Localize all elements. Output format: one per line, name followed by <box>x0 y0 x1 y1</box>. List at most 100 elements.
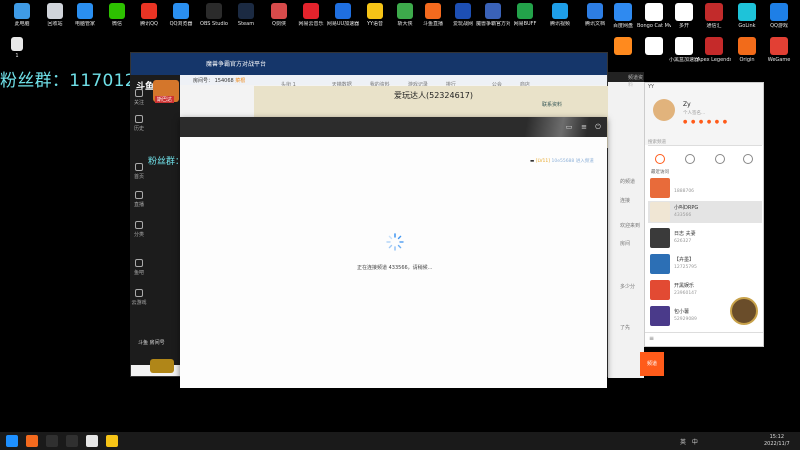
desktop-icon-label: GoLink <box>738 23 756 29</box>
desktop-icon[interactable]: 小黑盒加速器 <box>667 36 701 63</box>
desktop-icon[interactable]: QQ游戏 <box>762 2 796 29</box>
desktop-icon-label: Q剑侠 <box>272 21 286 27</box>
yy-task-icon[interactable] <box>106 435 118 447</box>
yy-avatar[interactable] <box>653 99 675 121</box>
power-icon[interactable]: ⏻ <box>594 123 602 131</box>
douyu-nav-item[interactable]: 鱼吧 <box>130 259 148 276</box>
channel-info-line: 多少分 <box>620 284 636 290</box>
desktop-icon[interactable]: Apex Legends <box>697 36 731 63</box>
channel-orange-button[interactable]: 频道 <box>640 352 664 376</box>
channel-info-line: 欢迎来到 <box>620 223 641 229</box>
desktop-icon-label: 微信 <box>111 21 122 27</box>
desktop-icon[interactable]: 网易云音乐 <box>294 2 328 27</box>
yy-channel-item[interactable]: 1888706 <box>648 177 762 199</box>
desktop-icon[interactable]: 百度网盘 <box>606 2 640 29</box>
yy-channel-item[interactable]: 日志 夫妻 626327 <box>648 227 762 249</box>
desktop-icon[interactable]: 此电脑 <box>5 2 39 27</box>
dialog-header: ▭ ≡ ⏻ <box>180 117 607 137</box>
chat-icon <box>705 3 723 21</box>
taskbar: 英 中 15:12 2022/11/7 <box>0 432 800 450</box>
yy-tab-home[interactable] <box>655 154 665 164</box>
desktop-icon[interactable]: 1 <box>0 36 34 59</box>
desktop-icon[interactable]: Steam <box>229 2 263 27</box>
crown-icon <box>150 359 174 373</box>
desktop-icon-label: 小黑盒加速器 <box>668 57 699 63</box>
yy-tabs <box>645 151 763 167</box>
douyu-nav-item[interactable]: 历史 <box>130 115 148 132</box>
baidu-pan-icon <box>614 3 632 21</box>
desktop-icon-label: 网易云音乐 <box>298 21 324 27</box>
menu-icon[interactable]: ≡ <box>580 123 588 131</box>
desktop-icon[interactable]: QQ浏览器 <box>164 2 198 27</box>
yy-tab-groups[interactable] <box>715 154 725 164</box>
desktop-icon[interactable]: 网易BUFF <box>508 2 542 27</box>
douyu-nav-label: 分类 <box>133 232 144 238</box>
desktop-icon[interactable]: YY语音 <box>358 2 392 27</box>
connecting-status-text: 正在连接频道 433566，请稍候... <box>357 265 433 271</box>
desktop-icon[interactable]: Origin <box>730 36 764 63</box>
desktop-icon[interactable]: OBS Studio <box>197 2 231 27</box>
channel-info-line: 的频道 <box>620 179 636 185</box>
douyu-nav-item[interactable]: 关注 <box>130 89 148 106</box>
yy-channel-name: 日志 夫妻 <box>674 231 696 237</box>
desktop-icon[interactable]: Bongo Cat Mver <box>637 2 671 29</box>
douyu-nav-label: 云游戏 <box>131 300 147 306</box>
desktop-icon[interactable]: 网易UU加速器 <box>326 2 360 27</box>
yy-badges: ● ● ● ● ● ● <box>683 119 729 125</box>
minimize-icon[interactable]: ▭ <box>565 123 573 131</box>
douyu-nav-item[interactable]: 云游戏 <box>130 289 148 306</box>
loading-spinner-icon <box>386 233 404 251</box>
steam-icon <box>238 3 254 19</box>
yy-username: Zy <box>683 101 691 108</box>
desktop-icon[interactable]: 魔兽争霸官方对战平台 <box>476 2 510 27</box>
yy-search-input[interactable]: 搜索频道 <box>648 139 762 146</box>
yy-signature[interactable]: 个人签名... <box>683 110 705 116</box>
yy-profile-area: YY Zy 个人签名... ● ● ● ● ● ● <box>645 83 763 145</box>
douyu-nav-label: 直播 <box>133 202 144 208</box>
douyu-task-icon[interactable] <box>26 435 38 447</box>
desktop-icon[interactable]: 回收站 <box>38 2 72 27</box>
douyu-status-badge: 斯巴达 <box>155 96 175 103</box>
game-task-icon[interactable] <box>86 435 98 447</box>
desktop-icon[interactable]: 爱玩战网 <box>446 2 480 27</box>
desktop-icon[interactable]: 通信汇 <box>697 2 731 29</box>
chat-contact-info[interactable]: 联系资料 <box>542 101 612 108</box>
desktop-icon[interactable]: 多开 <box>667 2 701 29</box>
yy-tab-friends[interactable] <box>685 154 695 164</box>
desktop-icon[interactable]: 电脑管家 <box>68 2 102 27</box>
yy-channel-item[interactable]: 【卉墨】 12725795 <box>648 253 762 275</box>
desktop-icon[interactable]: 微信 <box>100 2 134 27</box>
desktop-icon[interactable]: 腾讯视频 <box>543 2 577 27</box>
desktop-icon[interactable]: 斗鱼直播 <box>416 2 450 27</box>
desktop-icon[interactable]: Q剑侠 <box>262 2 296 27</box>
desktop-icon-label: OBS Studio <box>200 21 228 27</box>
yy-tab-messages[interactable] <box>743 154 753 164</box>
platform-task-icon[interactable] <box>46 435 58 447</box>
multi-open-icon <box>675 3 693 21</box>
yy-channel-item[interactable]: 小叫DRPG 433566 <box>648 201 762 223</box>
desktop-icon[interactable] <box>606 36 640 57</box>
tencent-docs-icon <box>587 3 603 19</box>
tencent-video-icon <box>552 3 568 19</box>
heybox-icon <box>675 37 693 55</box>
yy-section-recent: 最近访问 <box>651 170 669 175</box>
game-icon <box>455 3 471 19</box>
yy-channel-name: 小叫DRPG <box>674 205 699 211</box>
qq-game-icon <box>770 3 788 21</box>
douyu-nav-item[interactable]: 首页 <box>130 163 148 180</box>
douyu-nav-item[interactable]: 分类 <box>130 221 148 238</box>
clock[interactable]: 15:12 2022/11/7 <box>764 434 790 448</box>
desktop-icon[interactable] <box>637 36 671 57</box>
windows-start-icon[interactable] <box>6 435 18 447</box>
desktop-icon[interactable]: 腾讯QQ <box>132 2 166 27</box>
desktop-icon-label: Bongo Cat Mver <box>637 23 671 29</box>
douyu-nav-item[interactable]: 直播 <box>130 191 148 208</box>
apex-icon <box>705 37 723 55</box>
yy-menu-icon[interactable]: ≡ <box>649 335 654 342</box>
system-tray[interactable]: 英 中 <box>680 437 700 446</box>
desktop-icon[interactable]: WeGame <box>762 36 796 63</box>
obs-task-icon[interactable] <box>66 435 78 447</box>
desktop-icon-label: 腾讯视频 <box>549 21 570 27</box>
yy-mascot-icon[interactable] <box>730 297 758 325</box>
desktop-icon[interactable]: GoLink <box>730 2 764 29</box>
